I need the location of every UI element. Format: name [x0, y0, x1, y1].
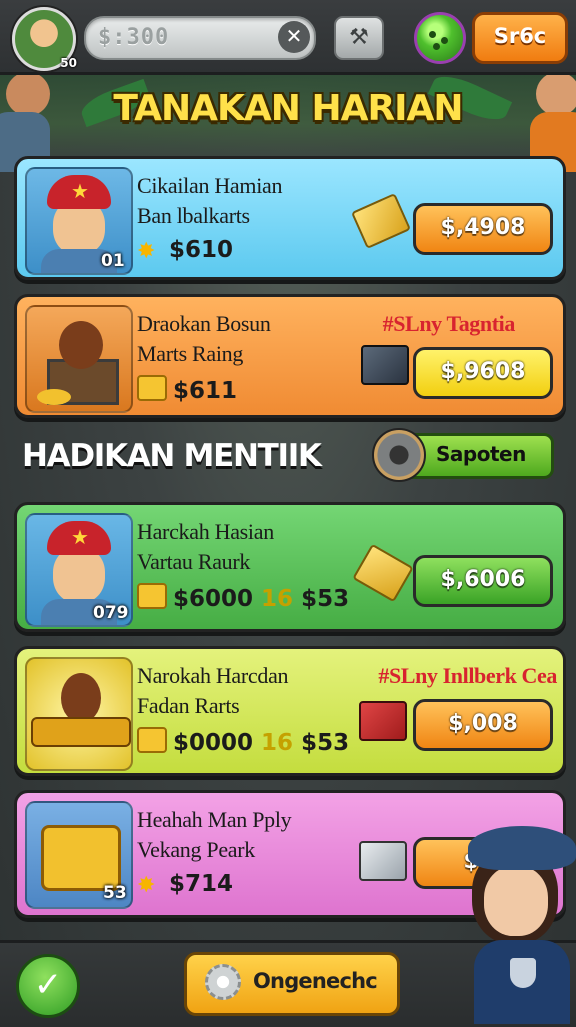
gift-box-icon [359, 701, 407, 741]
buy-button[interactable]: $,4908 [413, 203, 553, 255]
gold-bar-icon [352, 543, 414, 603]
sort-knob-icon [372, 428, 426, 482]
item-count-badge: 079 [93, 603, 129, 623]
offer-title: Harckah Hasian [137, 519, 274, 544]
offer-price: $0000 16 $53 [137, 727, 349, 756]
sort-toggle[interactable]: Sapoten [372, 428, 554, 482]
farmer-portrait: ★ 079 [25, 513, 133, 627]
crate-icon [361, 345, 409, 385]
buy-button[interactable]: $,6006 [413, 555, 553, 607]
treasure-chest-portrait [25, 305, 133, 413]
offer-subtitle: Vekang Peark [137, 837, 255, 862]
treasure-portrait [25, 657, 133, 771]
player-avatar[interactable]: 50 [12, 7, 77, 71]
offer-title: Narokah Harcdan [137, 663, 289, 688]
star-icon: ✸ [137, 239, 156, 264]
offer-title: Heahah Man Pply [137, 807, 292, 832]
search-clear-icon[interactable]: ✕ [278, 21, 310, 53]
offer-title: Draokan Bosun [137, 311, 271, 336]
offer-subtitle: Fadan Rarts [137, 693, 240, 718]
item-count-badge: 53 [103, 883, 127, 903]
daily-offer-card[interactable]: ★ 01 Cikailan Hamian Ban lbalkarts ✸ $610… [14, 156, 566, 280]
gold-icon [137, 583, 167, 609]
page-title: TANAKAN HARIAN [113, 88, 463, 129]
mascot-character [448, 818, 576, 1024]
offer-subtitle: Marts Raing [137, 341, 244, 366]
buy-button[interactable]: $,9608 [413, 347, 553, 399]
main-action-button[interactable]: Ongenechc [184, 952, 400, 1016]
gear-icon [205, 964, 241, 1000]
buy-button[interactable]: $,008 [413, 699, 553, 751]
offer-card[interactable]: Narokah Harcdan Fadan Rarts $0000 16 $53… [14, 646, 566, 776]
check-icon[interactable]: ✓ [16, 954, 80, 1018]
offer-price: ✸ $714 [137, 871, 234, 898]
offer-title: Cikailan Hamian [137, 173, 283, 198]
daily-offer-card[interactable]: Draokan Bosun Marts Raing $611 #SLny Tag… [14, 294, 566, 418]
promo-text: #SLny Inllberk Cea [378, 663, 557, 688]
search-value: $:300 [98, 25, 170, 50]
gold-bar-icon [350, 192, 412, 250]
offer-price: $611 [137, 375, 237, 404]
offer-price: ✸ $610 [137, 237, 234, 264]
section-title: HADIKAN MENTIIK [22, 438, 322, 474]
item-count-badge: 01 [101, 251, 125, 271]
sort-label: Sapoten [436, 442, 526, 466]
gem-icon[interactable] [414, 12, 466, 64]
offer-subtitle: Ban lbalkarts [137, 203, 250, 228]
offer-card[interactable]: ★ 079 Harckah Hasian Vartau Raurk $6000 … [14, 502, 566, 632]
coin-button[interactable]: Sr6c [472, 12, 568, 64]
main-action-label: Ongenechc [253, 969, 378, 993]
hammer-icon[interactable]: ⚒ [334, 16, 384, 60]
offer-subtitle: Vartau Raurk [137, 549, 251, 574]
offer-price: $6000 16 $53 [137, 583, 349, 612]
safe-icon [359, 841, 407, 881]
gold-icon [137, 727, 167, 753]
player-level: 50 [60, 56, 77, 70]
farmer-portrait: ★ 01 [25, 167, 133, 275]
search-input[interactable]: $:300 ✕ [84, 16, 316, 60]
gold-stack-portrait: 53 [25, 801, 133, 909]
gold-icon [137, 375, 167, 401]
promo-text: #SLny Tagntia [382, 311, 516, 336]
star-icon: ✸ [137, 873, 156, 898]
